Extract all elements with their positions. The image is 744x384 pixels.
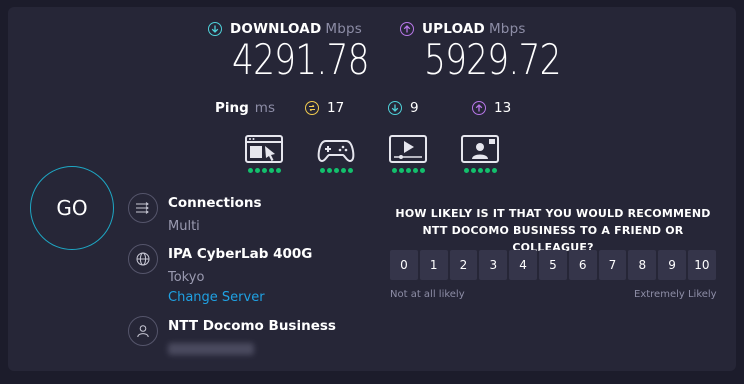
download-speed-value: 4291.78 bbox=[232, 35, 370, 84]
rating-dots bbox=[319, 168, 353, 173]
ping-label-group: Ping ms bbox=[215, 100, 275, 116]
use-case-web-browsing bbox=[244, 135, 284, 173]
ping-label: Ping bbox=[215, 100, 249, 116]
rating-dot bbox=[333, 168, 339, 173]
video-call-icon bbox=[461, 135, 499, 163]
rating-dot bbox=[405, 168, 411, 173]
rating-dots bbox=[391, 168, 425, 173]
arrow-up-circle-icon bbox=[472, 101, 486, 115]
rating-dot bbox=[412, 168, 418, 173]
connections-arrows-icon bbox=[128, 193, 158, 223]
ping-idle-value: 17 bbox=[327, 100, 345, 116]
rating-dot bbox=[340, 168, 346, 173]
connections-title: Connections bbox=[168, 195, 262, 211]
rating-dot bbox=[347, 168, 353, 173]
rating-option-10[interactable]: 10 bbox=[687, 250, 716, 280]
go-button[interactable]: GO bbox=[30, 166, 114, 250]
rating-dot bbox=[275, 168, 281, 173]
survey-question: HOW LIKELY IS IT THAT YOU WOULD RECOMMEN… bbox=[395, 207, 711, 254]
upload-speed-value: 5929.72 bbox=[424, 35, 562, 84]
rating-option-5[interactable]: 5 bbox=[538, 250, 567, 280]
globe-icon bbox=[128, 244, 158, 274]
provider-name: NTT Docomo Business bbox=[168, 318, 336, 334]
ping-download: 9 bbox=[388, 100, 419, 116]
use-case-video-streaming bbox=[388, 135, 428, 173]
change-server-link[interactable]: Change Server bbox=[168, 290, 265, 305]
rating-dot bbox=[463, 168, 469, 173]
rating-option-7[interactable]: 7 bbox=[598, 250, 627, 280]
scale-low-label: Not at all likely bbox=[390, 289, 465, 300]
ping-upload-value: 13 bbox=[494, 100, 512, 116]
rating-option-2[interactable]: 2 bbox=[449, 250, 478, 280]
rating-dot bbox=[491, 168, 497, 173]
arrow-down-circle-icon bbox=[208, 22, 222, 36]
rating-dot bbox=[268, 168, 274, 173]
ping-download-value: 9 bbox=[410, 100, 419, 116]
rating-dot bbox=[319, 168, 325, 173]
rating-dot bbox=[484, 168, 490, 173]
ping-idle: 17 bbox=[305, 100, 344, 116]
arrow-up-circle-icon bbox=[400, 22, 414, 36]
ping-upload: 13 bbox=[472, 100, 511, 116]
idle-latency-icon bbox=[305, 101, 319, 115]
rating-dot bbox=[477, 168, 483, 173]
video-streaming-icon bbox=[389, 135, 427, 163]
rating-dot bbox=[261, 168, 267, 173]
rating-dot bbox=[419, 168, 425, 173]
use-case-video-call bbox=[460, 135, 500, 173]
rating-dot bbox=[391, 168, 397, 173]
rating-dot bbox=[247, 168, 253, 173]
rating-dots bbox=[463, 168, 497, 173]
web-browsing-icon bbox=[245, 135, 283, 163]
gaming-controller-icon bbox=[317, 140, 355, 163]
rating-dot bbox=[326, 168, 332, 173]
use-case-gaming bbox=[316, 135, 356, 173]
rating-option-8[interactable]: 8 bbox=[628, 250, 657, 280]
rating-option-4[interactable]: 4 bbox=[509, 250, 537, 280]
rating-scale: 0 1 2 3 4 5 6 7 8 9 10 bbox=[390, 250, 716, 280]
rating-option-0[interactable]: 0 bbox=[390, 250, 418, 280]
rating-dot bbox=[398, 168, 404, 173]
connections-value: Multi bbox=[168, 219, 200, 234]
server-name: IPA CyberLab 400G bbox=[168, 246, 313, 262]
rating-option-9[interactable]: 9 bbox=[658, 250, 686, 280]
rating-option-1[interactable]: 1 bbox=[419, 250, 448, 280]
rating-option-6[interactable]: 6 bbox=[568, 250, 597, 280]
rating-option-3[interactable]: 3 bbox=[479, 250, 508, 280]
redacted-ip-address bbox=[168, 343, 254, 355]
rating-dot bbox=[254, 168, 260, 173]
results-panel bbox=[8, 7, 736, 371]
user-icon bbox=[128, 316, 158, 346]
scale-high-label: Extremely Likely bbox=[634, 289, 717, 300]
arrow-down-circle-icon bbox=[388, 101, 402, 115]
rating-dots bbox=[247, 168, 281, 173]
ping-unit: ms bbox=[254, 100, 275, 116]
server-location: Tokyo bbox=[168, 270, 205, 285]
rating-dot bbox=[470, 168, 476, 173]
